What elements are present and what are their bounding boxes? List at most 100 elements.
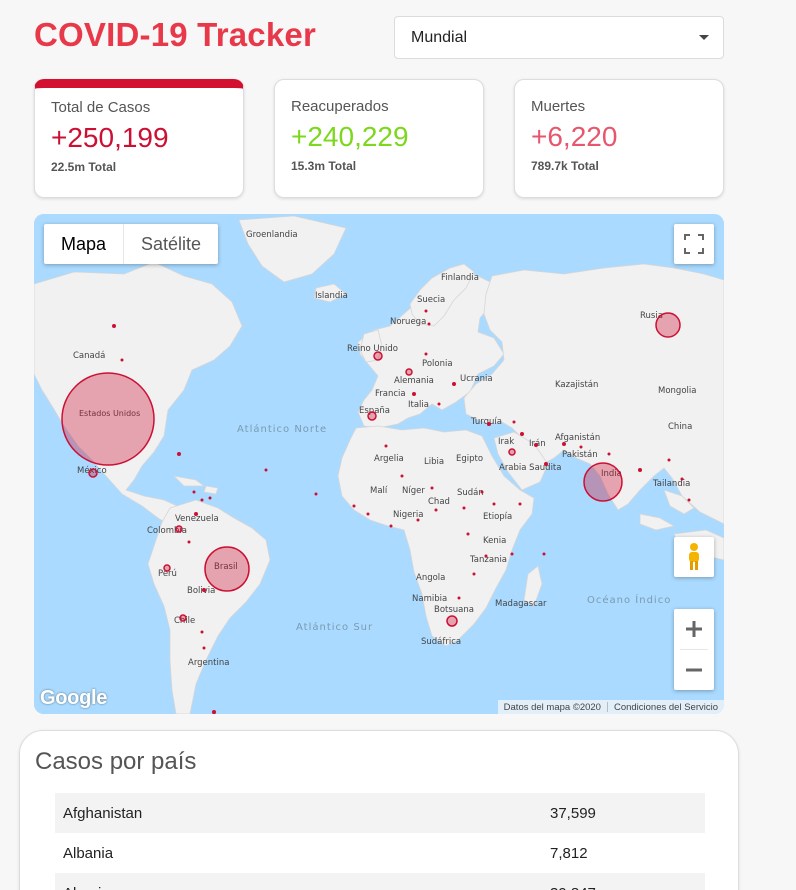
label-greenland: Groenlandia [246,230,298,240]
map-type-control: Mapa Satélite [44,224,219,264]
table-title: Casos por país [35,748,197,775]
country-name: Albania [63,844,114,862]
zoom-control [674,609,714,690]
circle-iran[interactable] [508,448,516,456]
label-kazakhstan: Kazajistán [555,380,598,390]
label-finland: Finlandia [441,273,479,283]
label-ukraine: Ucrania [460,374,493,384]
map-type-map[interactable]: Mapa [44,224,123,264]
label-libya: Libia [424,457,444,467]
circle-usa[interactable] [61,372,155,466]
label-namibia: Namibia [412,594,447,604]
cases-value: +250,199 [51,122,169,153]
world-map[interactable]: Groenlandia Islandia Finlandia Suecia No… [34,214,724,714]
label-angola: Angola [416,573,445,583]
label-pakistan: Pakistán [562,450,598,460]
zoom-in-button[interactable] [674,609,714,649]
label-sudan: Sudán [457,488,484,498]
label-tanzania: Tanzania [469,555,507,565]
country-select-value: Mundial [411,28,468,46]
label-turkey: Turquía [470,417,502,427]
label-south-africa: Sudáfrica [421,637,461,647]
circle-colombia[interactable] [175,525,183,533]
country-select[interactable]: Mundial [394,16,724,59]
fullscreen-icon [684,234,704,254]
label-afghanistan: Afganistán [555,433,600,443]
map-type-satellite[interactable]: Satélite [123,224,218,264]
zoom-out-button[interactable] [674,650,714,690]
label-botswana: Botsuana [434,605,474,615]
label-poland: Polonia [422,359,453,369]
pegman-icon [689,543,699,570]
label-nigeria: Nigeria [393,510,423,520]
street-view-button[interactable] [674,537,714,577]
recovered-label: Reacuperados [291,98,389,115]
recovered-total: 15.3m Total [291,159,357,173]
map-data-credit: Datos del mapa ©2020 [503,701,601,713]
table-row[interactable]: Albania 7,812 [55,833,705,873]
deaths-label: Muertes [531,98,586,115]
label-mali: Malí [370,486,388,496]
label-sweden: Suecia [417,295,445,305]
cases-card[interactable]: Total de Casos +250,199 22.5m Total [34,79,244,198]
map-footer: Datos del mapa ©2020 Condiciones del Ser… [497,700,724,714]
deaths-card[interactable]: Muertes +6,220 789.7k Total [514,79,724,198]
label-atlantic-south: Atlántico Sur [296,621,373,633]
circle-chile[interactable] [179,614,187,622]
circle-india[interactable] [583,462,623,502]
circle-mexico[interactable] [88,468,98,478]
fullscreen-button[interactable] [674,224,714,264]
circle-peru[interactable] [163,564,171,572]
country-cases: 37,599 [550,804,596,822]
label-china: China [668,422,692,432]
label-norway: Noruega [390,317,426,327]
label-kenya: Kenia [483,536,506,546]
plus-icon [686,621,702,637]
country-name: Afghanistan [63,804,143,822]
label-canada: Canadá [73,351,105,361]
circle-brazil[interactable] [204,546,250,592]
table-row[interactable]: Algeria 39,847 [55,873,705,890]
footer-divider [606,702,608,712]
circle-germany[interactable] [405,368,413,376]
label-italy: Italia [408,400,429,410]
label-chad: Chad [428,497,450,507]
country-cases: 7,812 [550,844,588,862]
label-iceland: Islandia [315,291,348,301]
label-indian-ocean: Océano Índico [587,593,671,606]
label-atlantic-north: Atlántico Norte [237,423,327,435]
label-mongolia: Mongolia [658,386,696,396]
recovered-card[interactable]: Reacuperados +240,229 15.3m Total [274,79,484,198]
deaths-total: 789.7k Total [531,159,599,173]
label-thailand: Tailandia [652,479,690,489]
country-table: Afghanistan 37,599 Albania 7,812 Algeria… [55,793,705,890]
circle-russia[interactable] [655,312,681,338]
deaths-value: +6,220 [531,121,618,152]
cases-total: 22.5m Total [51,160,117,174]
label-ethiopia: Etiopía [483,512,512,522]
app-title: COVID-19 Tracker [34,16,317,53]
recovered-value: +240,229 [291,121,409,152]
country-cases: 39,847 [550,873,705,890]
label-uk: Reino Unido [347,344,398,354]
label-germany: Alemania [394,376,434,386]
country-name: Algeria [55,873,550,890]
label-iraq: Irak [498,437,514,447]
terms-link[interactable]: Condiciones del Servicio [614,702,718,713]
caret-down-icon [699,35,709,40]
circle-uk[interactable] [373,351,383,361]
label-egypt: Egipto [456,454,483,464]
label-saudi: Arabia Saudita [499,463,561,473]
table-row[interactable]: Afghanistan 37,599 [55,793,705,833]
circle-spain[interactable] [367,411,377,421]
label-niger: Níger [402,486,425,496]
label-madagascar: Madagascar [495,599,547,609]
map-canvas[interactable]: Groenlandia Islandia Finlandia Suecia No… [34,214,724,714]
label-algeria: Argelia [374,454,404,464]
cases-label: Total de Casos [51,99,151,116]
circle-south-africa[interactable] [446,615,458,627]
cases-by-country-card: Casos por país Afghanistan 37,599 Albani… [19,730,739,890]
label-france: Francia [375,389,406,399]
minus-icon [686,668,702,672]
google-logo[interactable]: Google [40,687,107,710]
